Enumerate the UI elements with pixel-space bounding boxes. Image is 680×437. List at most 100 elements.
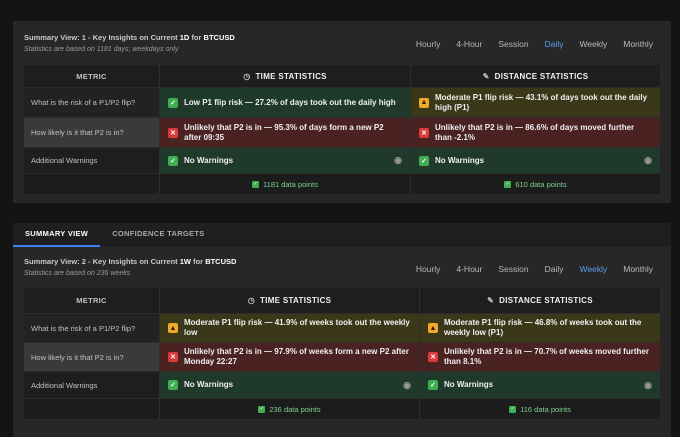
col-distance-label: DISTANCE STATISTICS — [494, 71, 589, 81]
timeframe-4hour[interactable]: 4-Hour — [456, 264, 482, 274]
panel-subtitle: Statistics are based on 236 weeks — [24, 270, 131, 277]
time-data-points: ✓ 236 data points — [159, 399, 419, 419]
metric-label: What is the risk of a P1/P2 flip? — [31, 98, 136, 107]
timeframe-hourly[interactable]: Hourly — [416, 264, 441, 274]
summary-panel-1: Summary View: 1 - Key Insights on Curren… — [13, 21, 671, 203]
metric-label: How likely is it that P2 is in? — [24, 118, 159, 147]
eye-icon[interactable]: ◉ — [403, 380, 411, 391]
data-points-text: 1181 data points — [263, 179, 318, 189]
cell-text: No Warnings — [184, 155, 234, 165]
summary-panel-2: Summary View: 2 - Key Insights on Curren… — [13, 247, 671, 437]
ruler-icon: ✎ — [482, 71, 490, 81]
time-cell: ✓ No Warnings ◉ — [159, 372, 419, 398]
metric-label: Additional Warnings — [31, 156, 98, 165]
col-distance: ✎ DISTANCE STATISTICS — [419, 288, 660, 313]
table-footer: ✓ 1181 data points ✓ 610 data points — [24, 174, 660, 194]
x-icon: ✕ — [168, 127, 178, 138]
check-icon: ✓ — [168, 380, 178, 390]
insights-table: METRIC ◷ TIME STATISTICS ✎ DISTANCE STATIS… — [24, 288, 660, 419]
cell-text: Moderate P1 flip risk — 41.9% of weeks t… — [184, 318, 410, 337]
check-icon: ✓ — [258, 405, 266, 413]
footer-spacer — [24, 399, 159, 419]
time-cell: ✕ Unlikely that P2 is in — 95.3% of days … — [159, 118, 410, 147]
distance-cell: ✕ Unlikely that P2 is in — 70.7% of weeks… — [419, 343, 660, 371]
timeframe-monthly[interactable]: Monthly — [623, 264, 653, 274]
cell-text: Unlikely that P2 is in — 95.3% of days f… — [184, 122, 384, 142]
eye-icon[interactable]: ◉ — [644, 155, 652, 166]
check-icon: ✓ — [168, 97, 178, 108]
check-icon: ✓ — [509, 405, 517, 413]
timeframe-weekly[interactable]: Weekly — [580, 264, 608, 274]
table-row: Additional Warnings ✓ No Warnings ◉ ✓ No Wa… — [24, 372, 660, 399]
panel-title: Summary View: 2 - Key Insights on Curren… — [24, 257, 236, 266]
distance-cell: ✓ No Warnings ◉ — [410, 148, 660, 173]
warning-triangle-icon: ▲ — [428, 323, 438, 333]
time-cell: ✕ Unlikely that P2 is in — 97.9% of weeks… — [159, 343, 419, 371]
distance-data-points: ✓ 610 data points — [410, 174, 660, 194]
check-icon: ✓ — [419, 155, 429, 166]
timeframe-daily[interactable]: Daily — [545, 264, 564, 274]
title-timeframe: 1D — [179, 33, 190, 42]
cell-text: No Warnings — [444, 380, 494, 389]
distance-cell: ▲ Moderate P1 flip risk — 43.1% of days t… — [410, 88, 660, 117]
table-row: How likely is it that P2 is in? ✕ Unlikel… — [24, 343, 660, 372]
col-metric: METRIC — [76, 296, 107, 305]
cell-text: No Warnings — [184, 380, 234, 389]
x-icon: ✕ — [168, 352, 178, 362]
col-time: ◷ TIME STATISTICS — [159, 288, 419, 313]
eye-icon[interactable]: ◉ — [644, 380, 652, 391]
col-time-label: TIME STATISTICS — [255, 71, 327, 81]
timeframe-hourly[interactable]: Hourly — [416, 39, 441, 49]
timeframe-daily[interactable]: Daily — [545, 39, 564, 49]
panel-header: Summary View: 2 - Key Insights on Curren… — [24, 257, 236, 277]
timeframe-selector: Hourly 4-Hour Session Daily Weekly Month… — [416, 39, 653, 49]
data-points-text: 610 data points — [515, 179, 567, 189]
title-prefix: Summary View: 2 - Key Insights on Curren… — [24, 257, 178, 266]
timeframe-session[interactable]: Session — [498, 264, 528, 274]
view-tabs: SUMMARY VIEW CONFIDENCE TARGETS — [13, 223, 671, 247]
table-header: METRIC ◷ TIME STATISTICS ✎ DISTANCE STATIS… — [24, 65, 660, 88]
clock-icon: ◷ — [247, 296, 255, 305]
time-cell: ▲ Moderate P1 flip risk — 41.9% of weeks … — [159, 314, 419, 342]
insights-table: METRIC ◷ TIME STATISTICS ✎ DISTANCE STATIS… — [24, 65, 660, 194]
col-time-label: TIME STATISTICS — [259, 296, 332, 305]
cell-text: Unlikely that P2 is in — 86.6% of days m… — [435, 122, 635, 142]
check-icon: ✓ — [168, 155, 178, 166]
time-data-points: ✓ 1181 data points — [159, 174, 410, 194]
clock-icon: ◷ — [243, 71, 251, 81]
tab-summary-view[interactable]: SUMMARY VIEW — [13, 223, 101, 247]
tab-confidence-targets[interactable]: CONFIDENCE TARGETS — [100, 223, 216, 247]
eye-icon[interactable]: ◉ — [394, 155, 402, 166]
table-row: What is the risk of a P1/P2 flip? ✓ Low P… — [24, 88, 660, 118]
cell-text: Moderate P1 flip risk — 46.8% of weeks t… — [444, 318, 642, 337]
timeframe-weekly[interactable]: Weekly — [580, 39, 608, 49]
check-icon: ✓ — [504, 180, 512, 188]
distance-data-points: ✓ 116 data points — [419, 399, 660, 419]
metric-label: How likely is it that P2 is in? — [24, 343, 159, 371]
timeframe-session[interactable]: Session — [498, 39, 528, 49]
cell-text: Unlikely that P2 is in — 70.7% of weeks … — [444, 347, 649, 366]
panel-header: Summary View: 1 - Key Insights on Curren… — [24, 33, 235, 53]
panel-title: Summary View: 1 - Key Insights on Curren… — [24, 33, 235, 42]
timeframe-monthly[interactable]: Monthly — [623, 39, 653, 49]
timeframe-4hour[interactable]: 4-Hour — [456, 39, 482, 49]
footer-spacer — [24, 174, 159, 194]
col-time: ◷ TIME STATISTICS — [159, 65, 410, 87]
warning-triangle-icon: ▲ — [168, 323, 178, 333]
distance-cell: ▲ Moderate P1 flip risk — 46.8% of weeks … — [419, 314, 660, 342]
cell-text: Moderate P1 flip risk — 43.1% of days to… — [435, 92, 648, 112]
data-points-text: 236 data points — [269, 404, 321, 414]
table-header: METRIC ◷ TIME STATISTICS ✎ DISTANCE STATIS… — [24, 288, 660, 314]
time-cell: ✓ No Warnings ◉ — [159, 148, 410, 173]
title-prefix: Summary View: 1 - Key Insights on Curren… — [24, 33, 178, 42]
table-row: What is the risk of a P1/P2 flip? ▲ Moder… — [24, 314, 660, 343]
title-for: for — [191, 33, 202, 42]
cell-text: Unlikely that P2 is in — 97.9% of weeks … — [184, 347, 409, 366]
title-symbol: BTCUSD — [203, 33, 235, 42]
table-row: How likely is it that P2 is in? ✕ Unlikel… — [24, 118, 660, 148]
col-metric: METRIC — [76, 71, 107, 81]
check-icon: ✓ — [252, 180, 260, 188]
metric-label: Additional Warnings — [31, 380, 98, 390]
cell-text: No Warnings — [435, 155, 485, 165]
check-icon: ✓ — [428, 380, 438, 390]
